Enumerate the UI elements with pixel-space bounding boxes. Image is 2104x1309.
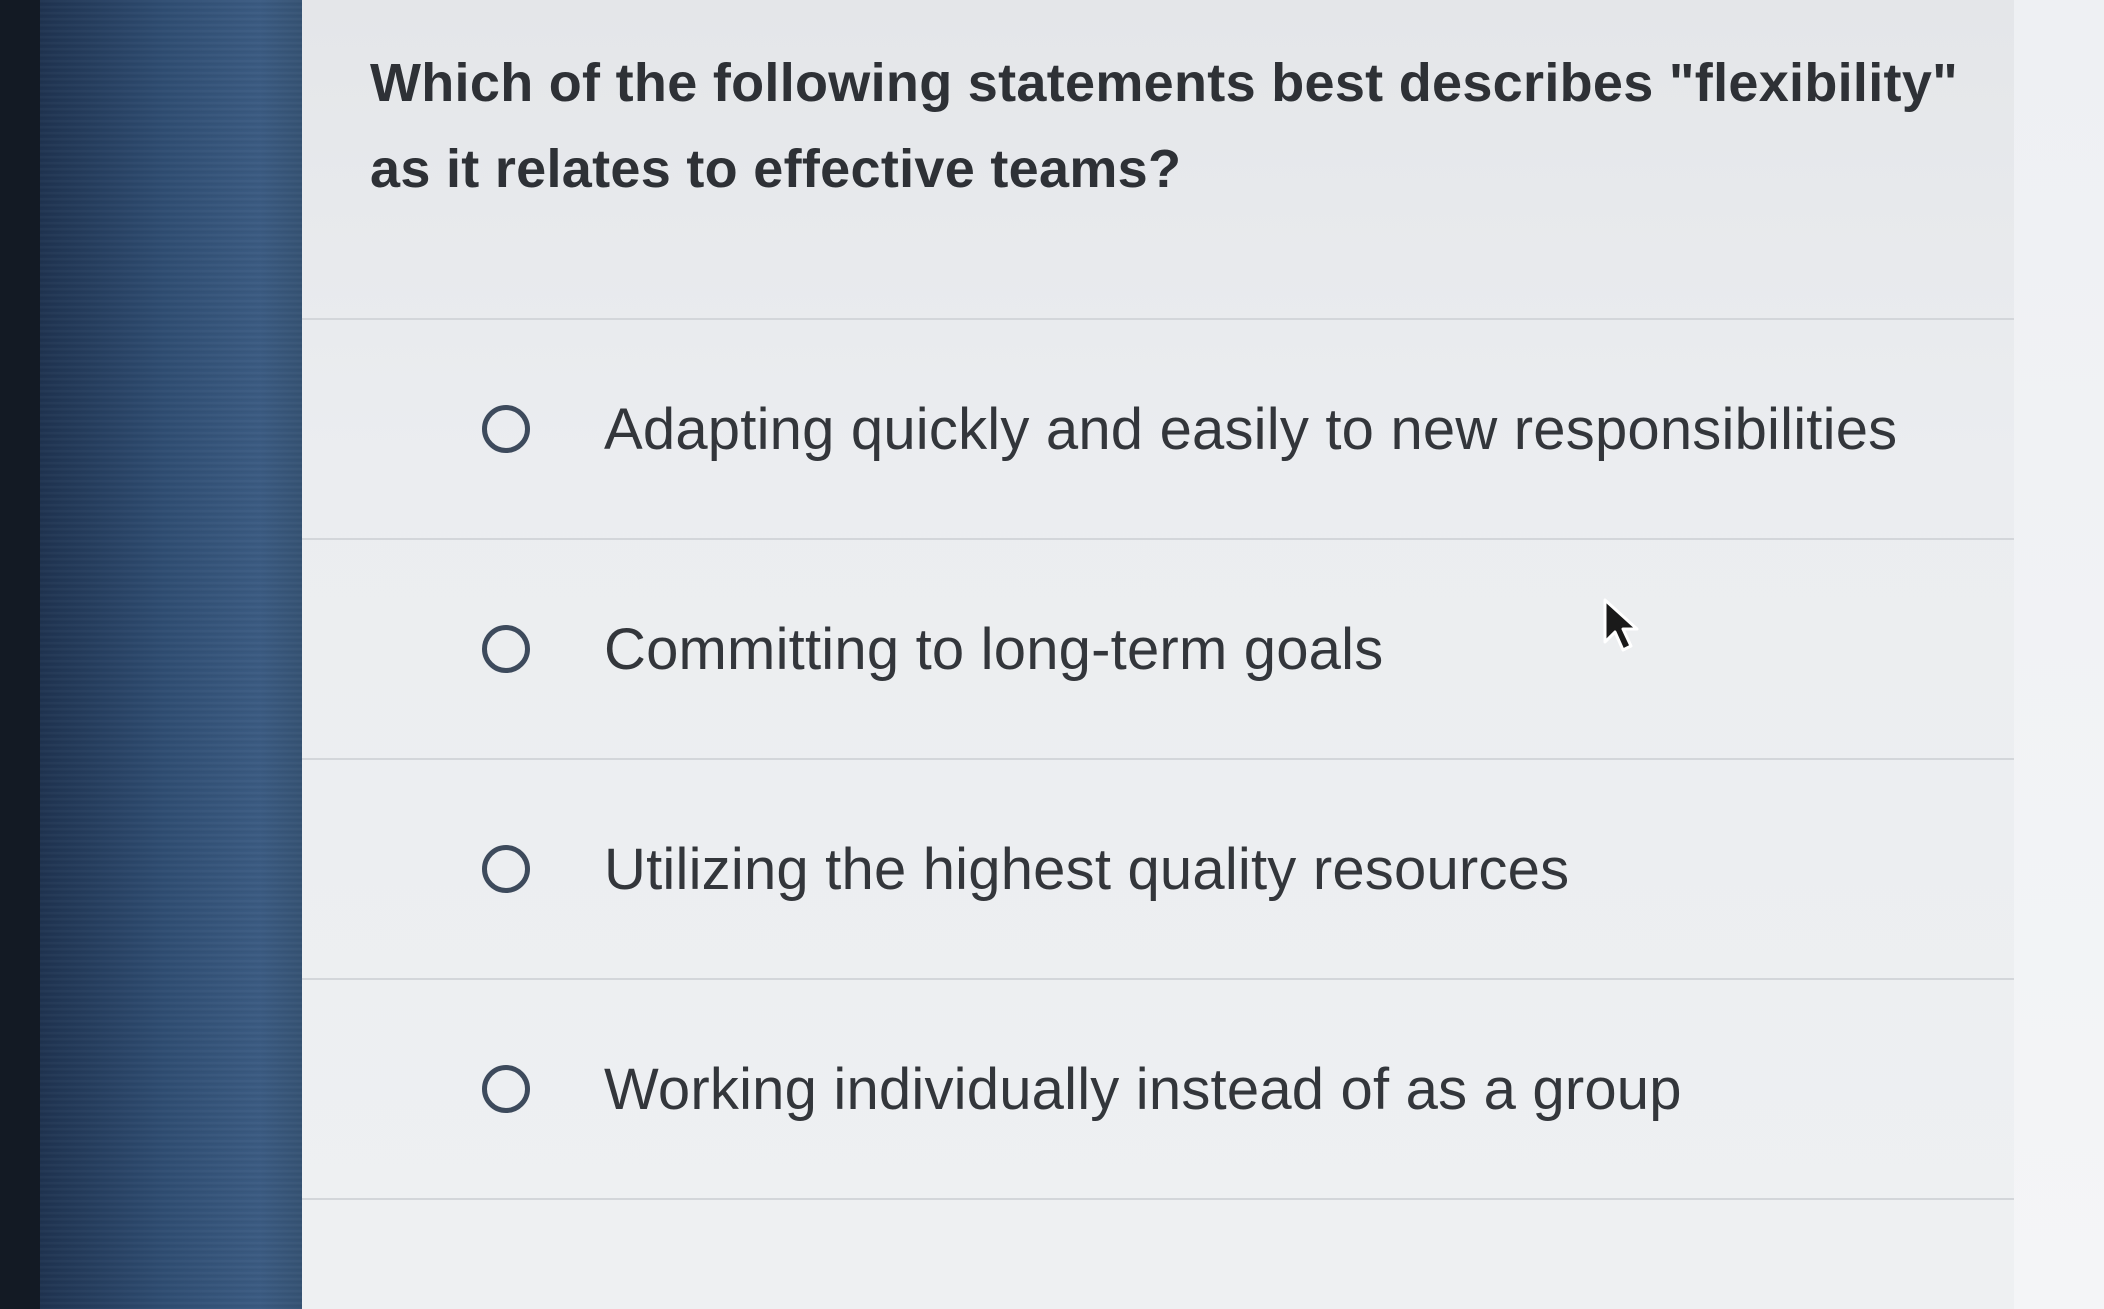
answer-option-3[interactable]: Utilizing the highest quality resources xyxy=(302,758,2014,978)
answer-option-label: Committing to long-term goals xyxy=(604,616,1384,682)
radio-unchecked-icon[interactable] xyxy=(482,405,530,453)
question-card: Which of the following statements best d… xyxy=(302,0,2016,1309)
answer-option-label: Working individually instead of as a gro… xyxy=(604,1056,1682,1122)
answer-option-label: Adapting quickly and easily to new respo… xyxy=(604,396,1898,462)
answer-options: Adapting quickly and easily to new respo… xyxy=(302,318,2014,1200)
left-sidebar xyxy=(40,0,315,1309)
quiz-panel: Which of the following statements best d… xyxy=(302,0,2104,1309)
answer-option-4[interactable]: Working individually instead of as a gro… xyxy=(302,978,2014,1200)
question-text: Which of the following statements best d… xyxy=(370,53,1959,199)
mouse-pointer-icon xyxy=(1603,598,1639,652)
radio-unchecked-icon[interactable] xyxy=(482,845,530,893)
radio-unchecked-icon[interactable] xyxy=(482,625,530,673)
answer-option-1[interactable]: Adapting quickly and easily to new respo… xyxy=(302,318,2014,538)
answer-option-2[interactable]: Committing to long-term goals xyxy=(302,538,2014,758)
radio-unchecked-icon[interactable] xyxy=(482,1065,530,1113)
right-margin xyxy=(2014,0,2104,1309)
answer-option-label: Utilizing the highest quality resources xyxy=(604,836,1570,902)
